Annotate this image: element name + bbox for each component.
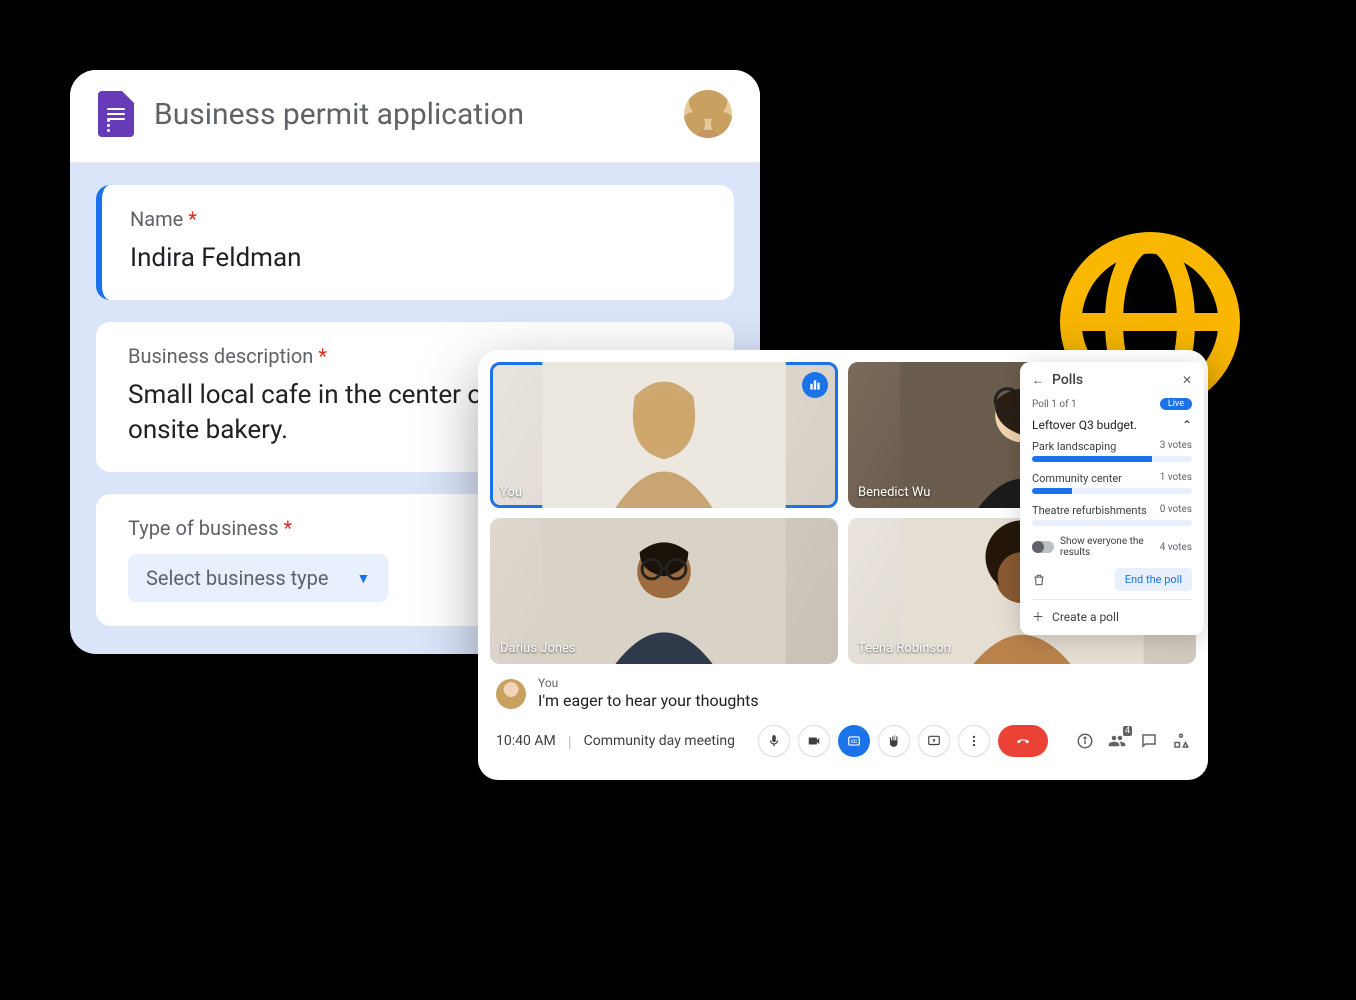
chevron-up-icon[interactable]: ⌃ <box>1182 418 1192 432</box>
option-votes: 1 votes <box>1160 472 1192 485</box>
create-poll-label: Create a poll <box>1052 610 1119 624</box>
option-votes: 0 votes <box>1160 504 1192 517</box>
more-options-button[interactable] <box>958 725 990 757</box>
tile-label: You <box>500 485 522 500</box>
meet-controls-bar: 10:40 AM | Community day meeting CC 4 <box>478 715 1208 771</box>
form-header: Business permit application <box>70 70 760 163</box>
name-input[interactable]: Indira Feldman <box>130 241 702 276</box>
camera-button[interactable] <box>798 725 830 757</box>
present-button[interactable] <box>918 725 950 757</box>
business-type-select[interactable]: Select business type ▼ <box>128 554 388 602</box>
poll-indicator-icon <box>802 372 828 398</box>
poll-question: Leftover Q3 budget. <box>1032 418 1137 432</box>
question-label: Type of business <box>128 516 279 540</box>
tile-label: Benedict Wu <box>858 485 930 500</box>
captions-button[interactable]: CC <box>838 725 870 757</box>
required-asterisk: * <box>188 207 197 231</box>
polls-title: Polls <box>1052 372 1174 388</box>
option-label: Community center <box>1032 472 1122 485</box>
poll-option[interactable]: Park landscaping 3 votes <box>1032 440 1192 462</box>
meeting-time: 10:40 AM <box>496 733 556 749</box>
question-label: Name <box>130 207 183 231</box>
option-votes: 3 votes <box>1160 440 1192 453</box>
poll-counter: Poll 1 of 1 <box>1032 399 1077 410</box>
tile-label: Teena Robinson <box>858 641 951 656</box>
participant-count-badge: 4 <box>1123 726 1132 736</box>
user-avatar[interactable] <box>684 90 732 138</box>
back-icon[interactable]: ← <box>1032 373 1044 387</box>
create-poll-button[interactable]: ＋ Create a poll <box>1032 599 1192 627</box>
delete-poll-button[interactable] <box>1032 573 1046 587</box>
people-button[interactable]: 4 <box>1108 732 1126 750</box>
select-placeholder: Select business type <box>146 566 328 590</box>
raise-hand-button[interactable] <box>878 725 910 757</box>
activities-button[interactable] <box>1172 732 1190 750</box>
plus-icon: ＋ <box>1032 608 1044 625</box>
required-asterisk: * <box>284 516 293 540</box>
poll-option[interactable]: Theatre refurbishments 0 votes <box>1032 504 1192 526</box>
form-title: Business permit application <box>154 97 684 132</box>
caption-speaker: You <box>538 676 759 691</box>
google-forms-icon <box>98 91 134 137</box>
total-votes: 4 votes <box>1160 542 1192 553</box>
svg-text:CC: CC <box>851 739 857 745</box>
option-label: Park landscaping <box>1032 440 1116 453</box>
question-label: Business description <box>128 344 313 368</box>
polls-panel: ← Polls ✕ Poll 1 of 1 Live Leftover Q3 b… <box>1020 362 1204 635</box>
question-name[interactable]: Name * Indira Feldman <box>96 185 734 300</box>
live-badge: Live <box>1160 398 1192 410</box>
caption-text: I'm eager to hear your thoughts <box>538 691 759 711</box>
option-label: Theatre refurbishments <box>1032 504 1147 517</box>
caption-row: You I'm eager to hear your thoughts <box>478 668 1208 715</box>
end-call-button[interactable] <box>998 725 1048 757</box>
caption-avatar <box>496 679 526 709</box>
end-poll-button[interactable]: End the poll <box>1115 568 1192 591</box>
meeting-name: Community day meeting <box>584 733 735 749</box>
poll-option[interactable]: Community center 1 votes <box>1032 472 1192 494</box>
tile-label: Darius Jones <box>500 641 576 656</box>
mic-button[interactable] <box>758 725 790 757</box>
chevron-down-icon: ▼ <box>356 570 370 587</box>
video-tile-you[interactable]: You <box>490 362 838 508</box>
show-results-label: Show everyone the results <box>1060 536 1154 558</box>
show-results-toggle[interactable] <box>1032 541 1054 553</box>
close-icon[interactable]: ✕ <box>1182 373 1192 387</box>
info-button[interactable] <box>1076 732 1094 750</box>
required-asterisk: * <box>318 344 327 368</box>
chat-button[interactable] <box>1140 732 1158 750</box>
video-tile-darius[interactable]: Darius Jones <box>490 518 838 664</box>
